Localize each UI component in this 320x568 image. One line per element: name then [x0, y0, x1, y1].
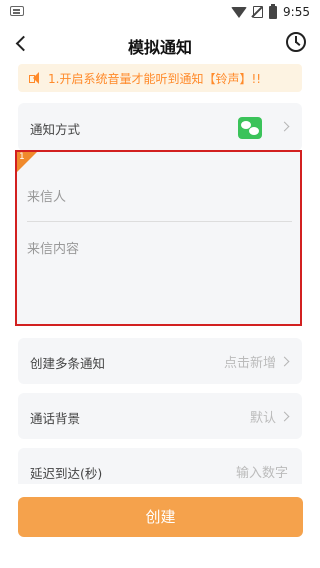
status-time: 9:55: [283, 5, 310, 19]
create-button[interactable]: 创建: [18, 497, 303, 537]
sender-input[interactable]: 来信人: [27, 186, 66, 205]
call-background-label: 通话背景: [30, 411, 81, 426]
chevron-right-icon: [279, 356, 290, 367]
call-background-value: 默认: [249, 411, 276, 426]
call-background-row[interactable]: 通话背景 默认: [18, 393, 302, 439]
wechat-icon[interactable]: [238, 117, 262, 139]
page-title: 模拟通知: [127, 38, 192, 57]
delay-label: 延迟到达(秒): [30, 466, 103, 481]
status-icons: 9:55: [231, 3, 310, 21]
wifi-icon: [231, 6, 248, 18]
index-badge-number: 1: [19, 152, 25, 162]
delay-input[interactable]: 输入数字: [236, 462, 288, 481]
volume-tip-banner: 1.开启系统音量才能听到通知【铃声】!!: [18, 64, 302, 92]
tip-text: 1.开启系统音量才能听到通知【铃声】!!: [48, 72, 262, 86]
compose-divider: [27, 221, 292, 222]
content-input[interactable]: 来信内容: [27, 238, 79, 257]
notification-icon: [10, 6, 24, 16]
history-clock-icon[interactable]: [286, 32, 306, 52]
nav-bar: 模拟通知: [0, 26, 320, 62]
message-compose-area: 1 来信人 来信内容: [15, 150, 302, 326]
multi-notify-value: 点击新增: [223, 356, 276, 371]
multi-notify-row[interactable]: 创建多条通知 点击新增: [18, 338, 302, 384]
chevron-right-icon: [279, 121, 290, 132]
status-bar: 9:55: [0, 0, 320, 24]
no-sim-icon: [253, 6, 264, 18]
speaker-icon: [29, 72, 41, 84]
notify-method-row[interactable]: 通知方式: [18, 103, 302, 151]
delay-row: 延迟到达(秒) 输入数字: [18, 448, 302, 484]
multi-notify-label: 创建多条通知: [30, 356, 106, 371]
notify-method-label: 通知方式: [30, 122, 81, 137]
chevron-right-icon: [279, 411, 290, 422]
battery-icon: [269, 3, 278, 19]
